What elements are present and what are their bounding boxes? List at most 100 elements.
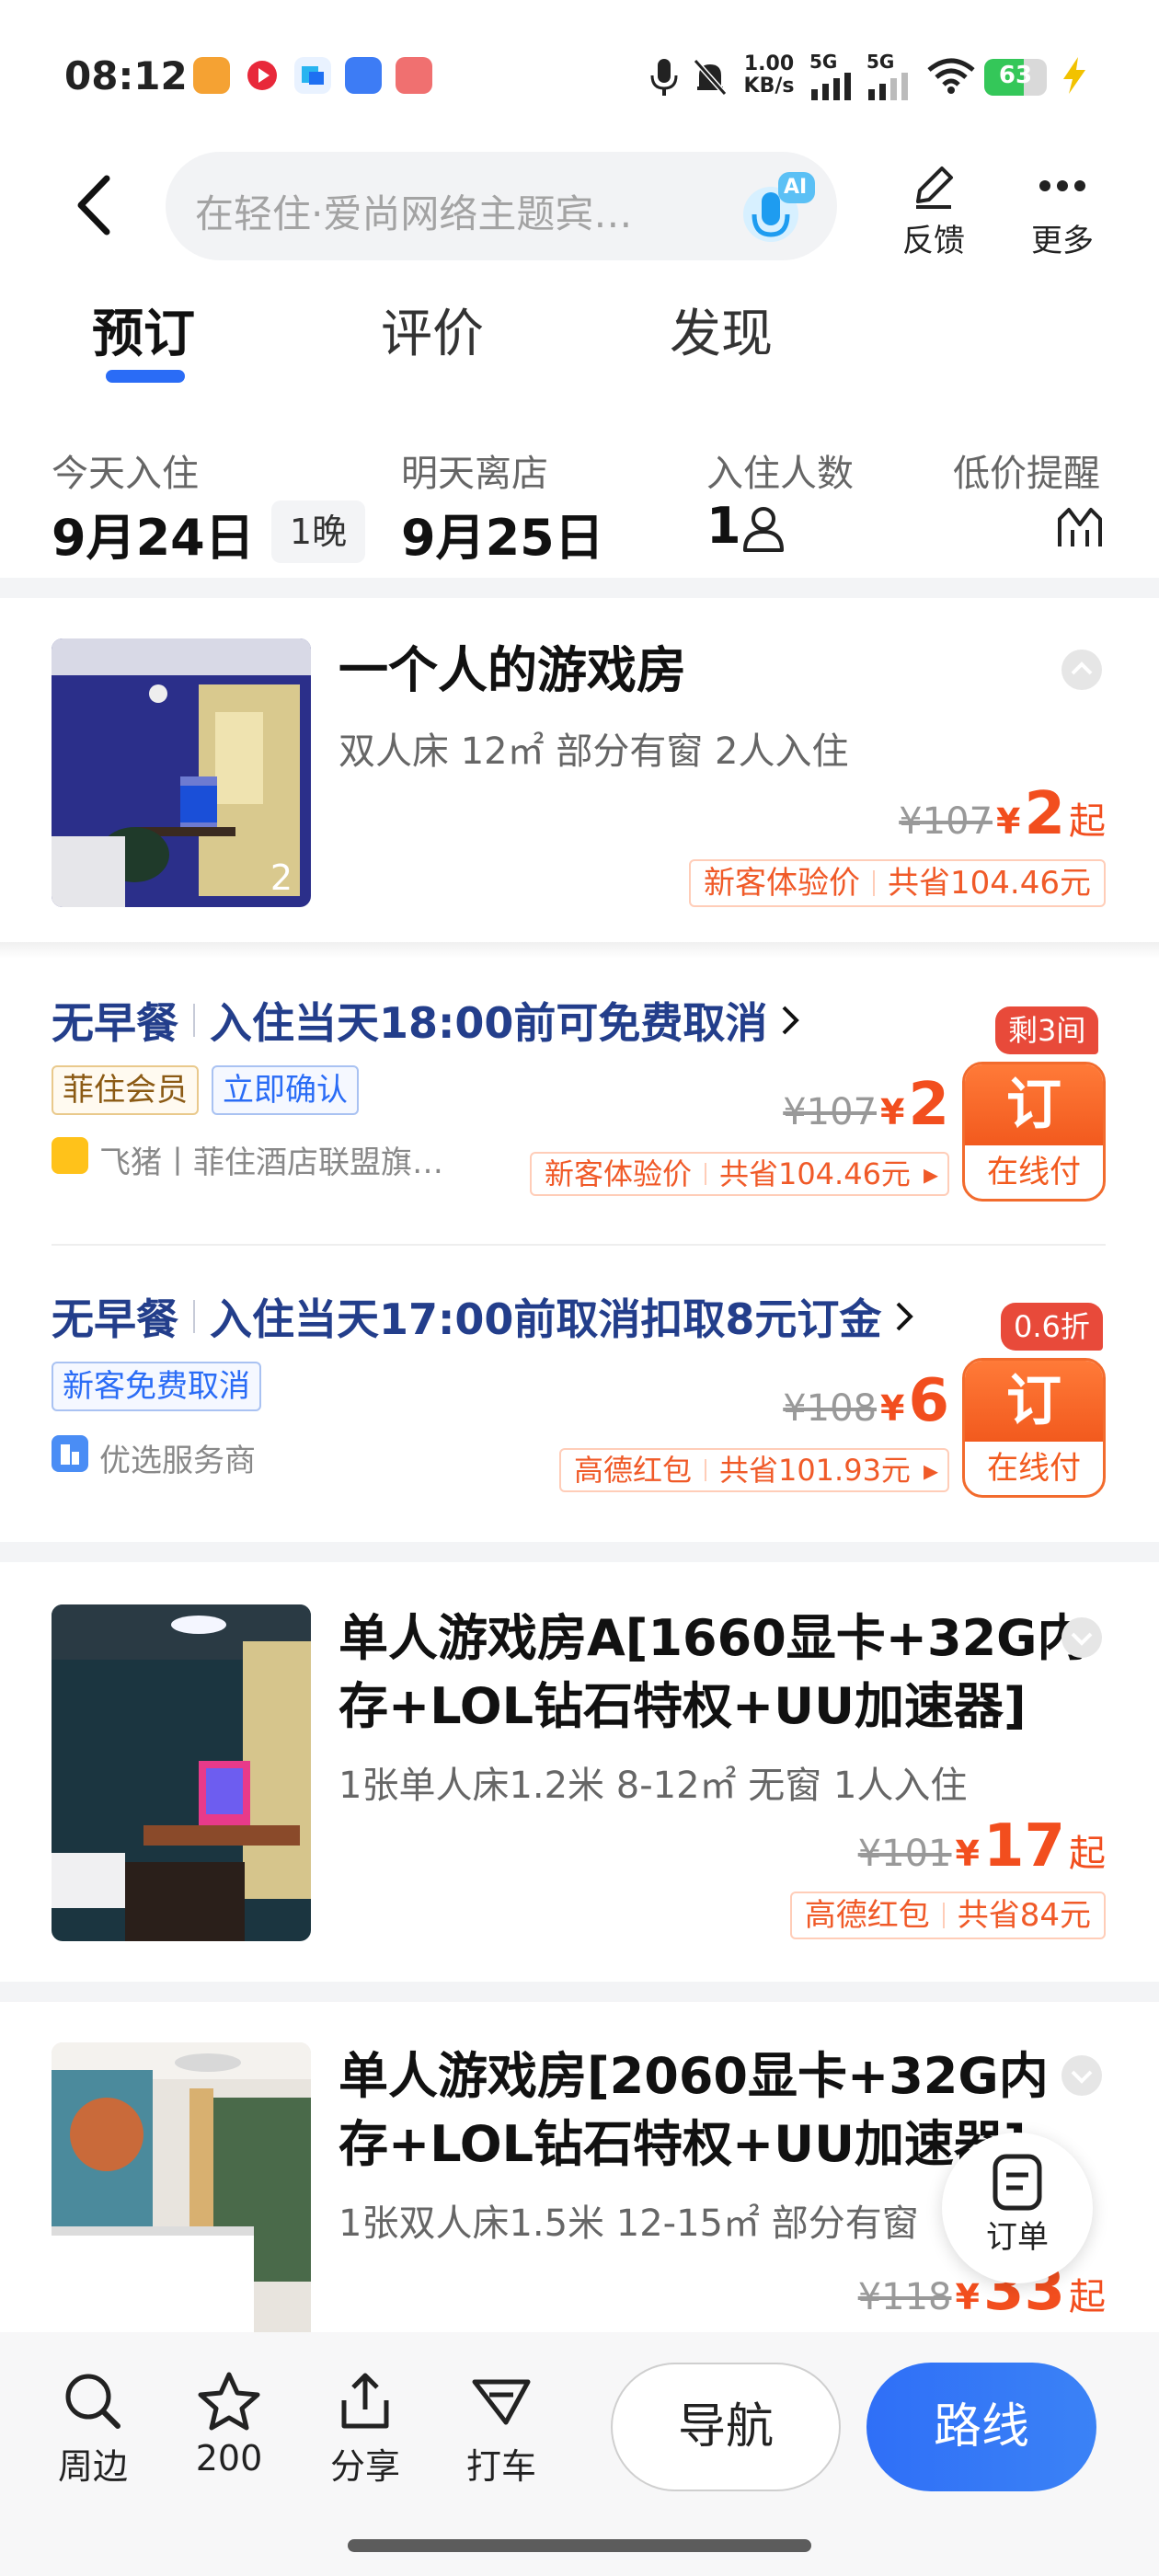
room-title: 单人游戏房A[1660显卡+32G内 存+LOL钻石特权+UU加速器]: [339, 1609, 1087, 1735]
currency-symbol: ¥: [880, 1092, 905, 1133]
back-button[interactable]: [72, 173, 118, 237]
current-price: 2: [908, 1071, 949, 1139]
section-divider: [0, 1542, 1159, 1562]
share-icon: [315, 2364, 416, 2438]
room-details: 1张单人床1.2米 8-12㎡ 无窗 1人入住: [339, 1765, 968, 1807]
room-photo[interactable]: [52, 1604, 311, 1941]
status-time: 08:12: [64, 53, 188, 98]
person-icon: [741, 504, 786, 556]
signal-5g-2: 5G: [866, 51, 912, 106]
pencil-icon: [883, 156, 984, 215]
app-icon: [345, 57, 382, 94]
original-price: ¥101: [857, 1833, 952, 1875]
orders-fab[interactable]: 订单: [942, 2133, 1093, 2283]
price-alert-label: 低价提醒: [953, 453, 1100, 495]
current-price: 2: [1024, 780, 1065, 848]
taxi-icon: [451, 2364, 552, 2438]
more-button[interactable]: 更多: [1012, 156, 1113, 260]
route-button[interactable]: 路线: [866, 2363, 1096, 2491]
original-price: ¥108: [783, 1387, 878, 1430]
room-photo[interactable]: 2: [52, 638, 311, 907]
feedback-button[interactable]: 反馈: [883, 156, 984, 260]
book-button[interactable]: 订 在线付: [962, 1062, 1106, 1202]
nights-count: 1晚: [271, 500, 365, 563]
signal-5g-1: 5G: [809, 51, 855, 106]
app-icon: [396, 57, 432, 94]
discount-pill: 高德红包 共省84元: [789, 1892, 1106, 1939]
status-bar: 08:12 1.00 KB/s 5G 5G 63: [0, 0, 1159, 147]
search-bar[interactable]: 在轻住·爱尚网络主题宾… AI: [166, 152, 837, 260]
wifi-icon: [927, 57, 975, 98]
offer-price: ¥108 ¥ 6: [783, 1367, 949, 1435]
currency-symbol: ¥: [996, 801, 1021, 842]
section-divider: [0, 578, 1159, 598]
more-dots-icon: [1012, 156, 1113, 215]
offers-top-shadow: [0, 942, 1159, 959]
guests-label: 入住人数: [706, 453, 854, 495]
app-icon: [294, 57, 331, 94]
video-app-icon: [244, 57, 281, 94]
nearby-button[interactable]: 周边: [42, 2364, 143, 2489]
currency-symbol: ¥: [955, 1834, 980, 1874]
offer-source: 飞猪丨菲住酒店联盟旗…: [99, 1144, 443, 1181]
discount-pill: 新客体验价 共省104.46元: [689, 859, 1106, 907]
home-indicator: [348, 2539, 811, 2552]
share-button[interactable]: 分享: [315, 2364, 416, 2489]
tab-booking[interactable]: 预订: [92, 293, 195, 367]
divider: [52, 1244, 1106, 1246]
tab-active-indicator: [106, 370, 185, 383]
current-price: 17: [982, 1812, 1065, 1880]
taxi-button[interactable]: 打车: [451, 2364, 552, 2489]
original-price: ¥107: [899, 800, 993, 843]
room-price: ¥107 ¥ 2 起: [899, 780, 1106, 848]
ai-voice-icon[interactable]: AI: [734, 165, 819, 249]
search-icon: [42, 2364, 143, 2438]
fliggy-logo-icon: [52, 1137, 88, 1174]
ai-label: AI: [784, 176, 808, 199]
offer-title[interactable]: 无早餐 入住当天17:00前取消扣取8元订金: [52, 1286, 918, 1347]
collapse-chevron-icon[interactable]: [1061, 650, 1102, 690]
discount-pill[interactable]: 新客体验价 共省104.46元 ▸: [529, 1152, 949, 1196]
room-photo[interactable]: [52, 2042, 311, 2332]
net-speed: 1.00 KB/s: [743, 52, 795, 98]
favorite-button[interactable]: 200: [178, 2364, 280, 2478]
price-alert-icon: [1056, 506, 1104, 554]
offer-title[interactable]: 无早餐 入住当天18:00前可免费取消: [52, 990, 804, 1051]
mute-bell-icon: [692, 57, 729, 101]
tab-reviews[interactable]: 评价: [381, 293, 484, 367]
battery-indicator: 63: [984, 59, 1047, 96]
photo-count: 2: [270, 857, 293, 898]
room-details: 双人床 12㎡ 部分有窗 2人入住: [339, 730, 849, 773]
orders-label: 订单: [986, 2219, 1049, 2256]
instant-confirm-tag: 立即确认: [212, 1065, 359, 1115]
more-label: 更多: [1031, 223, 1094, 259]
search-placeholder: 在轻住·爱尚网络主题宾…: [195, 191, 633, 236]
provider-logo-icon: [52, 1435, 88, 1472]
checkin-label: 今天入住: [52, 453, 199, 495]
checkout-date: 9月25日: [401, 509, 604, 567]
rooms-left-badge: 剩3间: [995, 1006, 1099, 1054]
navigate-button[interactable]: 导航: [611, 2363, 841, 2491]
currency-symbol: ¥: [880, 1388, 905, 1429]
price-from-suffix: 起: [1069, 2276, 1106, 2318]
expand-chevron-icon[interactable]: [1061, 2055, 1102, 2096]
offer-price: ¥107 ¥ 2: [783, 1071, 949, 1139]
free-cancel-tag: 新客免费取消: [52, 1362, 261, 1411]
original-price: ¥107: [783, 1091, 878, 1133]
discount-pill[interactable]: 高德红包 共省101.93元 ▸: [558, 1448, 949, 1492]
guests-count: 1: [706, 497, 741, 555]
expand-chevron-icon[interactable]: [1061, 1617, 1102, 1658]
current-price: 6: [908, 1367, 949, 1435]
section-divider: [0, 1982, 1159, 2002]
checkin-date: 9月24日: [52, 509, 255, 567]
star-icon: [178, 2364, 280, 2438]
tab-discover[interactable]: 发现: [670, 293, 773, 367]
offer-source: 优选服务商: [99, 1443, 256, 1479]
book-button[interactable]: 订 在线付: [962, 1358, 1106, 1498]
mic-icon: [648, 57, 680, 101]
price-from-suffix: 起: [1069, 800, 1106, 843]
room-title: 一个人的游戏房: [339, 641, 686, 699]
app-notification-icon: [193, 57, 230, 94]
order-list-icon: [942, 2133, 1093, 2212]
discount-badge: 0.6折: [1001, 1303, 1103, 1351]
